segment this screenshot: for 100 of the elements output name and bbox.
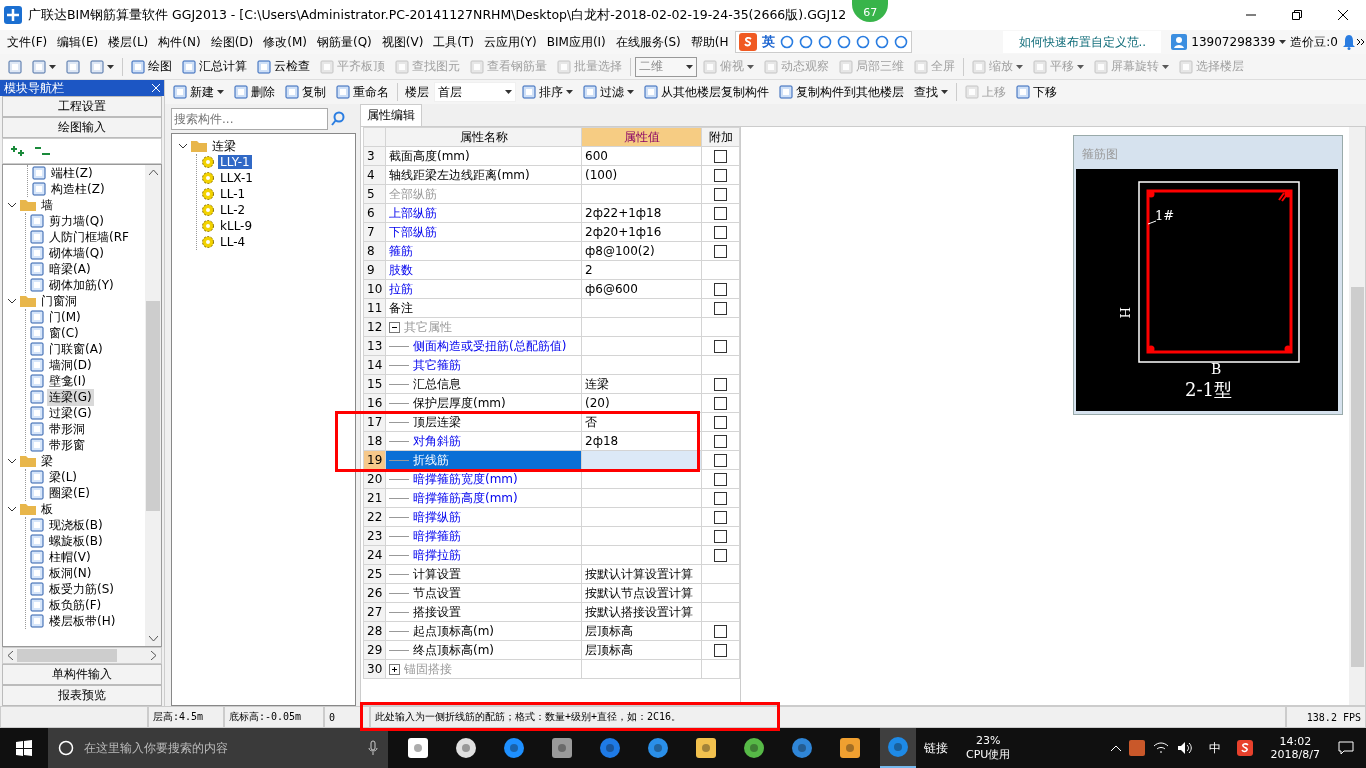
dropdown-field[interactable]: 首层 xyxy=(434,82,516,102)
expand-all-icon[interactable] xyxy=(9,145,27,157)
toolbar-button[interactable]: 汇总计算 xyxy=(178,56,251,77)
volume-icon[interactable] xyxy=(1176,741,1193,755)
menu-item[interactable]: 文件(F) xyxy=(2,33,53,51)
nav-section-button[interactable]: 报表预览 xyxy=(2,685,162,706)
toolbar-button[interactable]: 排序 xyxy=(518,81,577,103)
ime-mode[interactable]: 英 xyxy=(762,33,776,51)
tree-item[interactable]: 端柱(Z) xyxy=(49,165,95,182)
tree-item[interactable]: LLX-1 xyxy=(218,171,255,185)
property-value[interactable]: 2ф18 xyxy=(585,434,619,448)
tree-item[interactable]: 暗梁(A) xyxy=(47,260,93,278)
column-header[interactable]: 属性值 xyxy=(581,127,702,147)
checkbox[interactable] xyxy=(714,188,727,201)
expanded-icon[interactable] xyxy=(7,200,17,210)
clock-time[interactable]: 14:02 xyxy=(1279,735,1312,748)
tree-item[interactable]: 圈梁(E) xyxy=(47,484,92,502)
menu-item[interactable]: 云应用(Y) xyxy=(479,33,542,51)
nav-section-button[interactable]: 绘图输入 xyxy=(2,117,162,138)
chevron-up-icon[interactable] xyxy=(1110,745,1121,751)
menu-item[interactable]: 视图(V) xyxy=(376,33,429,51)
toolbar-button[interactable]: 复制 xyxy=(281,81,330,103)
nav-section-button[interactable]: 单构件输入 xyxy=(2,664,162,685)
tree-item[interactable]: 螺旋板(B) xyxy=(47,532,105,550)
input-language[interactable]: 中 xyxy=(1200,739,1229,757)
property-value[interactable]: (20) xyxy=(585,396,610,410)
property-value[interactable]: 连梁 xyxy=(585,376,609,391)
tree-item[interactable]: LL-1 xyxy=(218,187,248,201)
tree-item[interactable]: 现浇板(B) xyxy=(47,516,105,534)
tree-item[interactable]: 门(M) xyxy=(47,308,83,326)
checkbox[interactable] xyxy=(714,530,727,543)
checkbox[interactable] xyxy=(714,150,727,163)
checkbox[interactable] xyxy=(714,644,727,657)
checkbox[interactable] xyxy=(714,226,727,239)
tree-item[interactable]: 墙洞(D) xyxy=(47,356,94,374)
search-icon[interactable] xyxy=(330,111,346,127)
scrollbar[interactable] xyxy=(2,647,162,664)
toolbar-button[interactable]: 重命名 xyxy=(332,81,393,103)
checkbox[interactable] xyxy=(714,416,727,429)
menu-item[interactable]: 楼层(L) xyxy=(103,33,154,51)
menu-item[interactable]: 编辑(E) xyxy=(52,33,104,51)
checkbox[interactable] xyxy=(714,378,727,391)
toolbar-button[interactable]: 下移 xyxy=(1012,81,1061,103)
checkbox[interactable] xyxy=(714,207,727,220)
checkbox[interactable] xyxy=(714,625,727,638)
tree-item[interactable]: 墙 xyxy=(39,196,55,214)
toolbar-button[interactable]: 绘图 xyxy=(127,56,176,77)
scrollbar[interactable] xyxy=(145,165,161,646)
account-phone[interactable]: 13907298339 xyxy=(1191,35,1276,49)
expanded-icon[interactable] xyxy=(7,504,17,514)
property-value[interactable]: 600 xyxy=(585,149,608,163)
toolbar-button[interactable]: 查找 xyxy=(910,81,952,103)
expand-icon[interactable] xyxy=(389,663,400,675)
checkbox[interactable] xyxy=(714,473,727,486)
tree-item[interactable]: 砌体加筋(Y) xyxy=(47,276,116,294)
menu-item[interactable]: 修改(M) xyxy=(258,33,312,51)
menu-item[interactable]: 钢筋量(Q) xyxy=(311,33,377,51)
clock-date[interactable]: 2018/8/7 xyxy=(1270,748,1320,761)
menu-item[interactable]: 绘图(D) xyxy=(205,33,259,51)
checkbox[interactable] xyxy=(714,245,727,258)
checkbox[interactable] xyxy=(714,397,727,410)
tree-item[interactable]: 板洞(N) xyxy=(47,564,94,582)
menu-item[interactable]: 构件(N) xyxy=(153,33,206,51)
toolbar-label[interactable]: 链接 xyxy=(916,739,956,757)
expanded-icon[interactable] xyxy=(178,141,188,151)
tree-item[interactable]: 柱帽(V) xyxy=(47,548,93,566)
checkbox[interactable] xyxy=(714,169,727,182)
checkbox[interactable] xyxy=(714,511,727,524)
tree-item[interactable]: 壁龛(I) xyxy=(47,372,88,390)
menu-item[interactable]: 工具(T) xyxy=(428,33,480,51)
checkbox[interactable] xyxy=(714,549,727,562)
tree-item[interactable]: 带形窗 xyxy=(47,436,87,454)
menu-item[interactable]: BIM应用(I) xyxy=(541,33,611,51)
search-field[interactable]: 在这里输入你要搜索的内容 xyxy=(48,728,388,768)
ime-toolbar[interactable]: 英 xyxy=(735,31,913,53)
toolbar-button[interactable]: 过滤 xyxy=(579,81,638,103)
ime-icon[interactable] xyxy=(1236,740,1253,756)
collapse-all-icon[interactable] xyxy=(33,145,51,157)
tree-item[interactable]: 连梁 xyxy=(210,137,238,155)
news-link[interactable]: 如何快速布置自定义范.. xyxy=(1003,31,1162,53)
tree-item[interactable]: 板受力筋(S) xyxy=(47,580,116,598)
property-value[interactable]: (100) xyxy=(585,168,618,182)
menu-item[interactable]: 在线服务(S) xyxy=(610,33,686,51)
scrollbar[interactable] xyxy=(1349,127,1365,705)
tree-item[interactable]: 砌体墙(Q) xyxy=(47,244,106,262)
expanded-icon[interactable] xyxy=(7,456,17,466)
tree-item[interactable]: 人防门框墙(RF xyxy=(47,228,131,246)
property-value[interactable]: 2 xyxy=(585,263,593,277)
menu-item[interactable]: 帮助(H xyxy=(685,33,734,51)
tree-item[interactable]: 连梁(G) xyxy=(47,388,94,406)
tree-item[interactable]: 剪力墙(Q) xyxy=(47,212,106,230)
toolbar-button[interactable]: 新建 xyxy=(169,81,228,103)
close-icon[interactable] xyxy=(152,84,160,92)
checkbox[interactable] xyxy=(714,492,727,505)
property-value[interactable]: 否 xyxy=(585,414,597,429)
tree-item[interactable]: LL-4 xyxy=(218,235,248,249)
more-icon[interactable] xyxy=(1356,38,1366,46)
tree-item[interactable]: 楼层板带(H) xyxy=(47,612,118,630)
tree-item[interactable]: 梁(L) xyxy=(47,468,80,486)
column-header[interactable]: 属性名称 xyxy=(385,127,582,147)
